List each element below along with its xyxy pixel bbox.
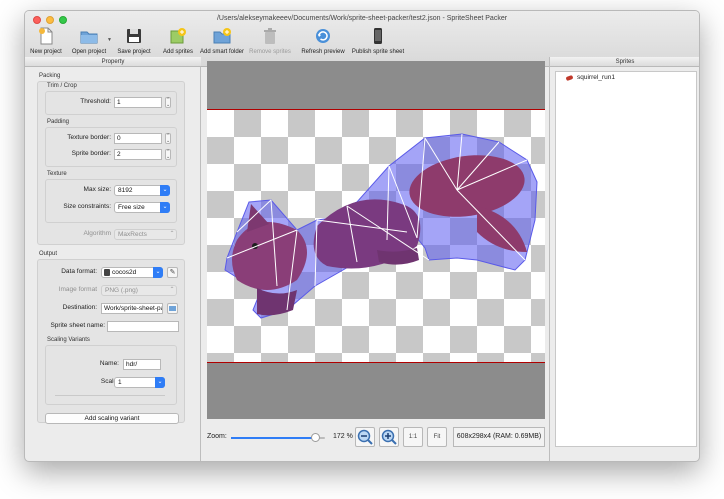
squirrel-sprite — [224, 133, 538, 319]
data-format-label: Data format: — [61, 268, 97, 275]
threshold-input[interactable]: 1 — [114, 97, 162, 108]
scaling-name-label: Name: — [99, 360, 119, 367]
property-panel-header: Property — [25, 57, 201, 67]
chevron-down-icon: ⌄ — [160, 185, 170, 196]
refresh-icon — [314, 27, 332, 45]
format-settings-button[interactable]: ✎ — [167, 267, 178, 278]
max-size-select[interactable]: 8192 ⌄ — [114, 185, 170, 196]
add-scaling-variant-button[interactable]: Add scaling variant — [45, 413, 179, 424]
data-format-value: cocos2d — [112, 269, 137, 276]
scale-select[interactable]: 1 ⌄ — [114, 377, 165, 388]
phone-icon — [369, 27, 387, 45]
sprite-sheet-name-input[interactable] — [107, 321, 179, 332]
open-project-label: Open project — [71, 49, 107, 55]
updown-arrows-icon: ⌃ — [169, 231, 175, 237]
wrench-icon: ✎ — [169, 269, 176, 276]
size-constraints-value: Free size — [118, 204, 145, 211]
threshold-stepper[interactable]: ⌃ ⌄ — [165, 97, 171, 108]
updown-arrows-icon: ⌃ — [169, 287, 175, 293]
chevron-down-icon: ⌄ — [160, 202, 170, 213]
actual-size-button[interactable]: 1:1 — [403, 427, 423, 447]
browse-destination-button[interactable] — [167, 303, 178, 314]
packing-group-title: Packing — [39, 73, 61, 79]
refresh-preview-label: Refresh preview — [301, 49, 345, 55]
destination-input[interactable]: Work/sprite-sheet-packer — [101, 303, 163, 314]
scaling-variants-title: Scaling Variants — [47, 337, 90, 343]
max-size-label: Max size: — [83, 186, 111, 193]
zoom-percent: 172 % — [333, 433, 353, 440]
scaling-name-input[interactable]: hdr/ — [123, 359, 161, 370]
add-sprites-label: Add sprites — [162, 49, 193, 55]
texture-border-input[interactable]: 0 — [114, 133, 162, 144]
cocos-icon — [104, 269, 110, 276]
output-group-title: Output — [39, 251, 58, 257]
zoom-in-icon — [381, 429, 397, 445]
publish-sprite-sheet-label: Publish sprite sheet — [351, 49, 405, 55]
algorithm-select[interactable]: MaxRects ⌃ — [114, 229, 177, 240]
zoom-label: Zoom: — [207, 433, 227, 440]
zoom-slider-fill — [231, 437, 316, 439]
zoom-in-button[interactable] — [379, 427, 399, 447]
preview-area: Zoom: 172 % 1:1 Fit 608x298x4 (RAM: 0.69… — [201, 57, 549, 461]
window-title: /Users/alekseymakeeev/Documents/Work/spr… — [216, 15, 508, 22]
algorithm-label: Algorithm — [83, 230, 111, 237]
sprite-border-input[interactable]: 2 — [114, 149, 162, 160]
sprites-list[interactable]: squirrel_run1 — [555, 71, 697, 447]
texture-title: Texture — [47, 171, 67, 177]
trash-icon — [261, 27, 279, 45]
padding-title: Padding — [47, 119, 70, 125]
size-constraints-label: Size constraints: — [63, 203, 111, 210]
zoom-bar: Zoom: 172 % 1:1 Fit 608x298x4 (RAM: 0.69… — [201, 423, 549, 453]
max-size-value: 8192 — [118, 187, 133, 194]
threshold-label: Threshold: — [80, 98, 111, 105]
scale-label: Scale: — [100, 378, 119, 385]
zoom-slider-track[interactable] — [231, 433, 325, 442]
sprite-border-stepper[interactable]: ⌃ ⌄ — [165, 149, 171, 160]
folder-icon — [169, 306, 176, 311]
scale-value: 1 — [118, 379, 122, 386]
list-item[interactable]: squirrel_run1 — [565, 74, 615, 81]
new-project-label: New project — [30, 49, 62, 55]
image-format-value: PNG (.png) — [105, 287, 138, 294]
save-disk-icon — [125, 27, 143, 45]
sprites-panel: squirrel_run1 — [549, 57, 699, 461]
remove-sprites-label: Remove sprites — [249, 49, 291, 55]
texture-border-label: Texture border: — [67, 134, 111, 141]
chevron-down-icon: ⌄ — [153, 267, 163, 278]
open-project-dropdown-icon[interactable]: ▼ — [107, 37, 112, 43]
preview-canvas[interactable] — [207, 61, 545, 419]
new-document-icon — [37, 27, 55, 45]
image-format-select[interactable]: PNG (.png) ⌃ — [101, 285, 177, 296]
algorithm-value: MaxRects — [118, 231, 147, 238]
scaling-variants-group — [45, 345, 177, 405]
open-folder-icon — [80, 27, 98, 45]
zoom-slider-handle[interactable] — [311, 433, 321, 442]
size-constraints-select[interactable]: Free size ⌄ — [114, 202, 170, 213]
fit-button[interactable]: Fit — [427, 427, 447, 447]
save-project-label: Save project — [117, 49, 151, 55]
add-smart-folder-label: Add smart folder — [199, 49, 245, 55]
trim-crop-title: Trim / Crop — [47, 83, 77, 89]
sprite-sheet-preview — [207, 109, 545, 363]
sprite-name: squirrel_run1 — [577, 74, 615, 81]
divider — [55, 395, 165, 396]
data-format-select[interactable]: cocos2d ⌄ — [101, 267, 163, 278]
texture-border-stepper[interactable]: ⌃ ⌄ — [165, 133, 171, 144]
sprite-sheet-name-label: Sprite sheet name: — [50, 322, 105, 329]
property-panel: Packing Trim / Crop Threshold: 1 ⌃ ⌄ Padd… — [25, 67, 201, 461]
destination-label: Destination: — [62, 304, 97, 311]
sprite-border-label: Sprite border: — [71, 150, 111, 157]
add-sprites-icon — [169, 27, 187, 45]
zoom-out-button[interactable] — [355, 427, 375, 447]
sprite-thumbnail-icon — [565, 74, 574, 81]
app-window: /Users/alekseymakeeev/Documents/Work/spr… — [24, 10, 700, 462]
add-folder-icon — [213, 27, 231, 45]
chevron-down-icon: ⌄ — [155, 377, 165, 388]
sheet-info-display: 608x298x4 (RAM: 0.69MB) — [453, 427, 545, 447]
zoom-out-icon — [357, 429, 373, 445]
image-format-label: Image format — [58, 286, 97, 293]
